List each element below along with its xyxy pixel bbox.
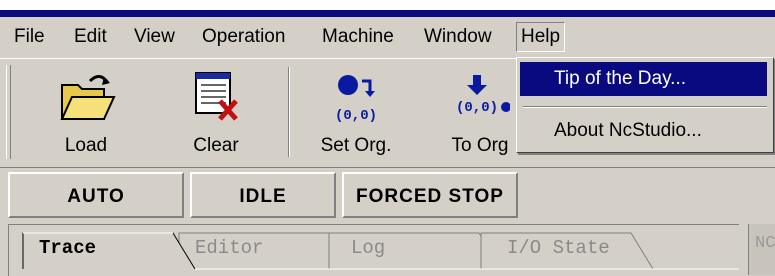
clear-label: Clear: [193, 135, 239, 156]
title-bar: [0, 10, 775, 17]
menu-item-about-ncstudio[interactable]: About NcStudio...: [520, 114, 767, 148]
tab-panel: Trace Editor Log I/O State: [8, 224, 739, 276]
to-origin-icon: (0,0): [456, 75, 510, 116]
clear-button[interactable]: Clear: [166, 65, 266, 161]
help-dropdown-menu: Tip of the Day... About NcStudio...: [516, 57, 774, 153]
tab-log[interactable]: Log: [351, 231, 385, 265]
menu-machine[interactable]: Machine: [318, 23, 398, 51]
menu-item-tip-of-the-day[interactable]: Tip of the Day...: [520, 62, 767, 96]
set-org-coords: (0,0): [335, 108, 377, 124]
menu-file[interactable]: File: [10, 23, 49, 51]
stop-status: FORCED STOP: [342, 172, 518, 218]
menu-help[interactable]: Help: [516, 22, 566, 52]
set-origin-icon: (0,0): [335, 75, 377, 124]
to-org-button[interactable]: (0,0) To Org: [430, 65, 530, 161]
menu-window[interactable]: Window: [420, 23, 496, 51]
menu-view[interactable]: View: [130, 23, 179, 51]
load-button[interactable]: Load: [36, 65, 136, 161]
set-org-button[interactable]: (0,0) Set Org.: [306, 65, 406, 161]
set-org-label: Set Org.: [320, 135, 392, 156]
toolbar-separator: [288, 67, 290, 157]
folder-open-icon: [60, 75, 116, 120]
tab-io-state[interactable]: I/O State: [507, 231, 610, 265]
load-label: Load: [64, 135, 108, 156]
clear-document-icon: [195, 72, 238, 121]
mode-status: AUTO: [8, 172, 184, 218]
title-strip: [0, 0, 775, 10]
state-status: IDLE: [190, 172, 336, 218]
menu-edit[interactable]: Edit: [70, 23, 111, 51]
menu-operation[interactable]: Operation: [198, 23, 289, 51]
right-panel-label: NC: [755, 234, 775, 253]
toolbar-grip[interactable]: [6, 65, 11, 159]
menu-separator: [523, 106, 767, 108]
right-panel: NC: [748, 224, 775, 275]
tab-editor[interactable]: Editor: [195, 231, 263, 265]
menu-bar: File Edit View Operation Machine Window …: [0, 17, 775, 57]
to-org-label: To Org: [451, 135, 509, 156]
to-org-coords: (0,0): [456, 100, 498, 116]
tab-trace[interactable]: Trace: [39, 231, 96, 265]
